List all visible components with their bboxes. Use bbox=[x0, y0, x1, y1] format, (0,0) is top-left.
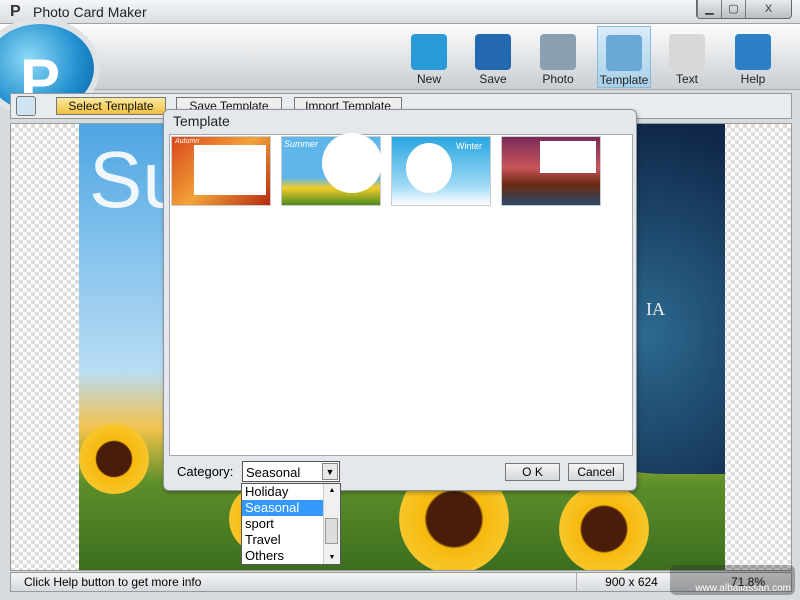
toolbar-template-button[interactable]: Template bbox=[597, 26, 651, 88]
scroll-down-icon[interactable]: ▼ bbox=[324, 554, 340, 561]
template-thumb-sunset[interactable] bbox=[501, 136, 601, 206]
toolbar-help-button[interactable]: Help bbox=[726, 26, 780, 88]
status-message: Click Help button to get more info bbox=[24, 575, 202, 589]
template-gallery: Autumn Summer Winter bbox=[169, 133, 633, 456]
toolbar-label: Photo bbox=[542, 72, 574, 86]
zoom-level: 71.8% bbox=[731, 575, 766, 589]
select-template-button[interactable]: Select Template bbox=[56, 97, 166, 115]
template-small-icon bbox=[16, 96, 36, 116]
minimize-button[interactable]: ▁ bbox=[697, 0, 721, 18]
chevron-down-icon[interactable]: ▼ bbox=[322, 463, 338, 480]
toolbar-label: Template bbox=[599, 73, 649, 87]
template-thumb-winter[interactable]: Winter bbox=[391, 136, 491, 206]
ok-button[interactable]: O K bbox=[505, 463, 560, 481]
category-option[interactable]: sport bbox=[242, 516, 323, 532]
app-logo-icon: P bbox=[10, 3, 21, 20]
category-dropdown-list: Holiday Seasonal sport Travel Others ▲ ▼ bbox=[241, 483, 341, 565]
maximize-button[interactable]: ▢ bbox=[721, 0, 745, 18]
toolbar-new-button[interactable]: New bbox=[402, 26, 456, 88]
category-select[interactable]: Seasonal ▼ bbox=[242, 461, 340, 482]
toolbar-label: New bbox=[416, 72, 441, 86]
template-thumb-autumn[interactable]: Autumn bbox=[171, 136, 271, 206]
scroll-up-icon[interactable]: ▲ bbox=[324, 487, 340, 494]
scroll-thumb[interactable] bbox=[325, 518, 338, 544]
template-icon bbox=[606, 35, 642, 71]
category-option[interactable]: Seasonal bbox=[242, 500, 323, 516]
toolbar-label: Save bbox=[479, 72, 507, 86]
dialog-title: Template bbox=[173, 113, 230, 129]
category-option[interactable]: Others bbox=[242, 548, 323, 564]
card-photo-text: IA bbox=[646, 299, 665, 319]
folder-icon bbox=[411, 34, 447, 70]
title-bar: P Photo Card Maker ▁ ▢ X bbox=[0, 0, 800, 24]
text-icon bbox=[669, 34, 705, 70]
category-label: Category: bbox=[177, 464, 234, 479]
toolbar-save-button[interactable]: Save bbox=[466, 26, 520, 88]
cancel-button[interactable]: Cancel bbox=[568, 463, 624, 481]
photo-icon bbox=[540, 34, 576, 70]
toolbar-label: Help bbox=[740, 72, 766, 86]
toolbar-photo-button[interactable]: Photo bbox=[531, 26, 585, 88]
template-dialog: Template Autumn Summer Winter Category: … bbox=[163, 109, 637, 491]
help-icon bbox=[735, 34, 771, 70]
category-value: Seasonal bbox=[246, 465, 301, 480]
window-title: Photo Card Maker bbox=[33, 4, 147, 20]
dropdown-scrollbar[interactable]: ▲ ▼ bbox=[323, 484, 340, 564]
close-button[interactable]: X bbox=[745, 0, 791, 18]
save-icon bbox=[475, 34, 511, 70]
toolbar-text-button[interactable]: Text bbox=[660, 26, 714, 88]
toolbar-label: Text bbox=[675, 72, 698, 86]
category-option[interactable]: Holiday bbox=[242, 484, 323, 500]
main-toolbar: P New Save Photo Template Text Help bbox=[0, 18, 800, 118]
category-option[interactable]: Travel bbox=[242, 532, 323, 548]
template-thumb-summer[interactable]: Summer bbox=[281, 133, 382, 206]
